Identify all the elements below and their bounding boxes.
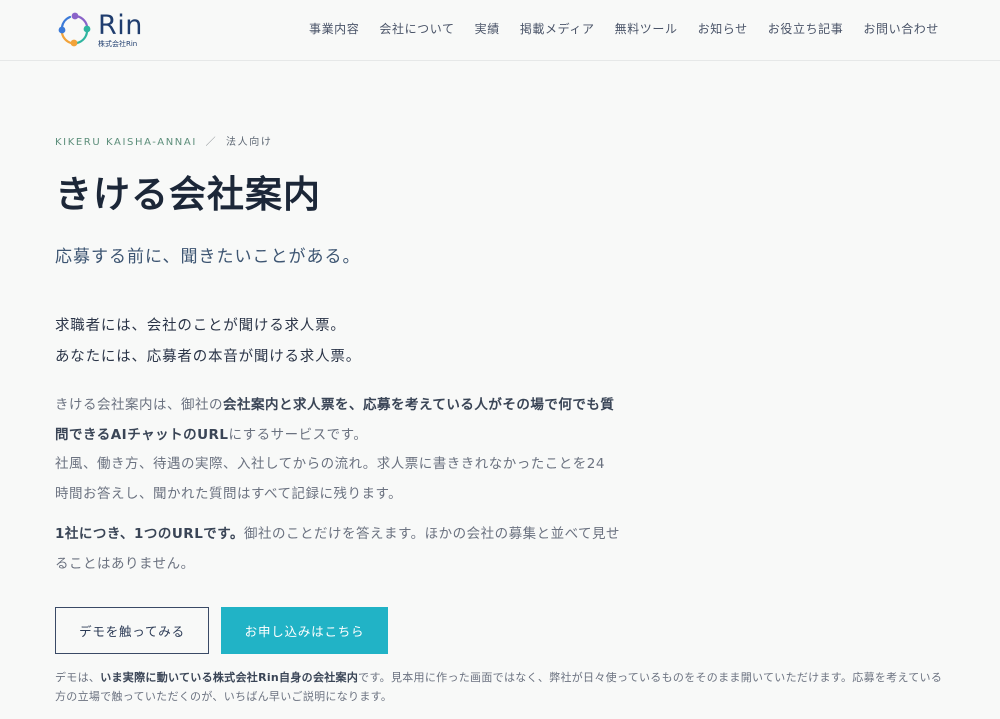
breadcrumb-audience: 法人向け (226, 137, 273, 148)
logo[interactable]: Rin 株式会社Rin (58, 10, 158, 52)
breadcrumb-product: KIKERU KAISHA-ANNAI (55, 137, 197, 148)
note-text-1: デモは、 (55, 671, 101, 684)
nav-item-about[interactable]: 会社について (379, 20, 454, 38)
breadcrumb: KIKERU KAISHA-ANNAI ／ 法人向け (55, 133, 272, 148)
note-emphasis: いま実際に動いている株式会社Rin自身の会社案内 (100, 671, 359, 684)
lead-line-2: あなたには、応募者の本音が聞ける求人票。 (55, 349, 361, 365)
description-text-1: きける会社案内は、御社の (55, 397, 223, 413)
logo-company-name: 株式会社Rin (98, 40, 138, 48)
logo-wordmark: Rin (98, 10, 143, 41)
breadcrumb-separator: ／ (205, 137, 218, 148)
nav-item-free-tools[interactable]: 無料ツール (615, 20, 678, 38)
main-nav: 事業内容 会社について 実績 掲載メディア 無料ツール お知らせ お役立ち記事 … (309, 20, 939, 38)
nav-item-articles[interactable]: お役立ち記事 (768, 20, 844, 38)
apply-button[interactable]: お申し込みはこちら (221, 607, 388, 654)
nav-item-contact[interactable]: お問い合わせ (863, 20, 939, 38)
description-text-3: 社風、働き方、待遇の実際、入社してからの流れ。求人票に書ききれなかったことを24… (55, 456, 605, 502)
site-header: Rin 株式会社Rin 事業内容 会社について 実績 掲載メディア 無料ツール … (0, 0, 1000, 61)
demo-note: デモは、いま実際に動いている株式会社Rin自身の会社案内です。見本用に作った画面… (55, 668, 945, 706)
service-description: きける会社案内は、御社の会社案内と求人票を、応募を考えている人がその場で何でも質… (55, 391, 615, 509)
demo-button[interactable]: デモを触ってみる (55, 607, 209, 654)
lead-text: 求職者には、会社のことが聞ける求人票。 あなたには、応募者の本音が聞ける求人票。 (55, 311, 361, 373)
url-description: 1社につき、1つのURLです。御社のことだけを答えます。ほかの会社の募集と並べて… (55, 520, 625, 579)
tagline: 応募する前に、聞きたいことがある。 (55, 247, 361, 267)
nav-item-news[interactable]: お知らせ (698, 20, 748, 38)
rin-logo-icon (58, 12, 91, 47)
page-title: きける会社案内 (55, 172, 321, 216)
nav-item-media[interactable]: 掲載メディア (520, 20, 595, 38)
nav-item-services[interactable]: 事業内容 (309, 20, 359, 38)
lead-line-1: 求職者には、会社のことが聞ける求人票。 (55, 318, 346, 334)
nav-item-results[interactable]: 実績 (475, 20, 500, 38)
description-text-2: にするサービスです。 (228, 426, 368, 443)
url-emphasis: 1社につき、1つのURLです。 (55, 526, 244, 542)
